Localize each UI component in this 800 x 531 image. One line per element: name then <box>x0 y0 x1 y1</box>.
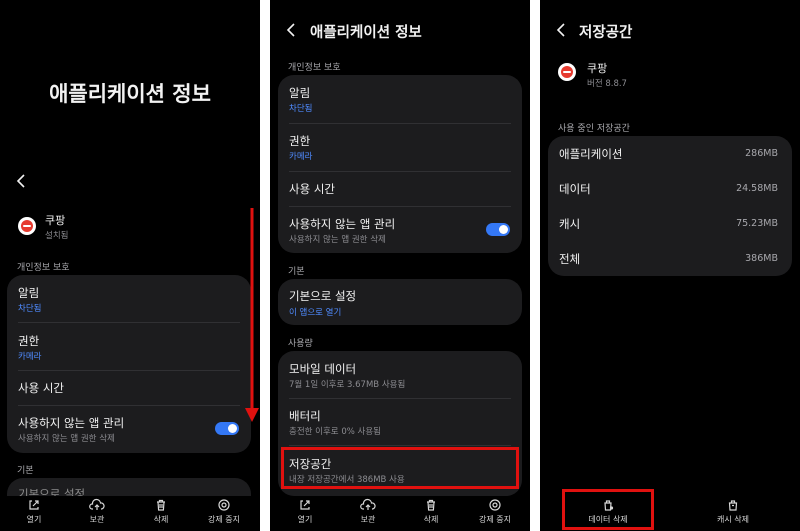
scroll-down-arrow-icon <box>245 208 259 422</box>
uninstall-button[interactable]: 삭제 <box>401 496 461 525</box>
app-version: 버전 8.8.7 <box>587 79 627 89</box>
storage-used-card: 애플리케이션 286MB 데이터 24.58MB 캐시 75.23MB 전체 3… <box>548 136 792 276</box>
unused-app-toggle[interactable] <box>486 223 510 236</box>
app-status: 설치됨 <box>45 231 69 241</box>
section-header-basic: 기본 <box>17 466 34 476</box>
open-button[interactable]: 열기 <box>4 496 64 525</box>
open-button[interactable]: 열기 <box>275 496 335 525</box>
chevron-left-icon <box>556 23 565 37</box>
archive-button[interactable]: 보관 <box>338 496 398 525</box>
cloud-upload-icon <box>89 498 105 510</box>
basic-card: 기본으로 설정 이 앱으로 열기 <box>278 279 522 325</box>
bottom-action-bar: 열기 보관 삭제 강제 중지 <box>0 496 260 531</box>
clear-data-highlight-box <box>562 489 654 530</box>
panel-app-info-scrolled: 애플리케이션 정보 개인정보 보호 알림 차단됨 권한 카메라 사용 시간 사용… <box>270 0 530 531</box>
back-button[interactable] <box>554 22 568 42</box>
coupang-app-icon <box>18 217 36 235</box>
section-header-storage-used: 사용 중인 저장공간 <box>558 124 630 134</box>
clear-cache-button[interactable]: 캐시 삭제 <box>703 496 763 525</box>
privacy-card: 알림 차단됨 권한 카메라 사용 시간 사용하지 않는 앱 관리 사용하지 않는… <box>278 75 522 253</box>
panel-app-info-expanded: 애플리케이션 정보 쿠팡 설치됨 개인정보 보호 알림 차단됨 권한 카메라 사… <box>0 0 260 531</box>
app-name: 쿠팡 <box>587 62 608 75</box>
bottom-action-bar: 열기 보관 삭제 강제 중지 <box>270 496 530 531</box>
section-header-privacy: 개인정보 보호 <box>288 63 341 73</box>
privacy-card: 알림 차단됨 권한 카메라 사용 시간 사용하지 않는 앱 관리 사용하지 않는… <box>7 275 251 453</box>
app-name: 쿠팡 <box>45 214 66 227</box>
trash-icon <box>157 499 165 511</box>
section-header-privacy: 개인정보 보호 <box>17 263 70 273</box>
chevron-left-icon <box>16 174 25 188</box>
uninstall-button[interactable]: 삭제 <box>131 496 191 525</box>
section-header-basic: 기본 <box>288 267 305 277</box>
page-title-large: 애플리케이션 정보 <box>49 82 211 106</box>
force-stop-icon <box>489 499 501 511</box>
storage-highlight-box <box>281 447 519 489</box>
coupang-app-icon <box>558 63 576 81</box>
open-external-icon <box>29 500 39 510</box>
force-stop-icon <box>218 499 230 511</box>
trash-icon <box>427 499 435 511</box>
chevron-left-icon <box>286 23 295 37</box>
cloud-upload-icon <box>360 498 376 510</box>
section-header-usage: 사용량 <box>288 339 313 349</box>
force-stop-button[interactable]: 강제 중지 <box>465 496 525 525</box>
force-stop-button[interactable]: 강제 중지 <box>194 496 254 525</box>
panel-storage: 저장공간 쿠팡 버전 8.8.7 사용 중인 저장공간 애플리케이션 286MB… <box>540 0 800 531</box>
page-title: 애플리케이션 정보 <box>310 25 422 41</box>
archive-button[interactable]: 보관 <box>67 496 127 525</box>
clear-cache-icon <box>728 500 738 511</box>
unused-app-toggle[interactable] <box>215 422 239 435</box>
page-title: 저장공간 <box>579 25 633 41</box>
back-button[interactable] <box>14 173 28 193</box>
back-button[interactable] <box>284 22 298 42</box>
open-external-icon <box>300 500 310 510</box>
